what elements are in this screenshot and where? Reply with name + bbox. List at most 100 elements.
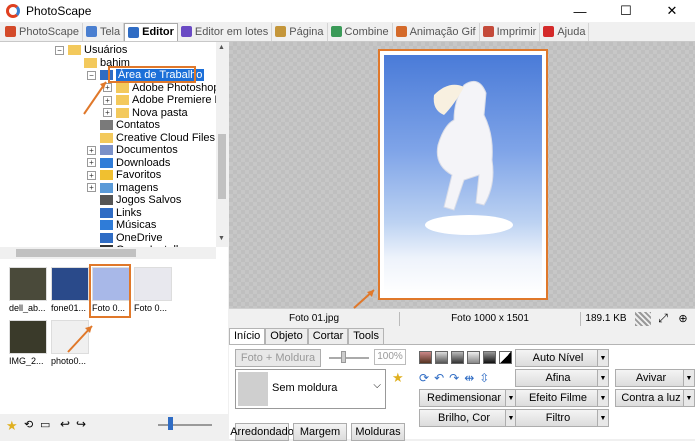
tree-item[interactable]: − Usuários <box>55 44 127 56</box>
tone-5-icon[interactable] <box>483 351 496 364</box>
tab-anima-o-gif[interactable]: Animação Gif <box>393 22 480 41</box>
thumbnail[interactable]: photo0... <box>51 320 91 368</box>
filtro-button[interactable]: Filtro <box>515 409 601 427</box>
fit-window-icon[interactable]: ⤢ <box>655 311 671 326</box>
favorite-star-icon[interactable]: ★ <box>392 370 404 386</box>
thumbnail[interactable]: Foto 0... <box>92 267 132 315</box>
thumbnail[interactable]: IMG_2... <box>9 320 49 368</box>
tree-item[interactable]: − Área de Trabalho <box>87 69 205 81</box>
thumbnail[interactable]: Foto 0... <box>134 267 174 315</box>
rotate-photo-icon[interactable]: ⟳ <box>419 371 429 385</box>
star-icon[interactable]: ★ <box>6 418 18 434</box>
tree-item[interactable]: Contatos <box>87 119 160 131</box>
tab-objeto[interactable]: Objeto <box>265 328 308 344</box>
rotate-icon[interactable]: ⟲ <box>24 418 33 431</box>
tab-combine[interactable]: Combine <box>328 22 393 41</box>
margem-button[interactable]: Margem <box>293 423 347 441</box>
redo-rotate-icon[interactable]: ↷ <box>449 371 459 385</box>
zoom-icon[interactable]: ⊕ <box>675 312 691 325</box>
tab-cortar[interactable]: Cortar <box>307 328 349 344</box>
opacity-field[interactable]: 100% <box>374 349 406 365</box>
afina-dropdown[interactable]: ▼ <box>597 369 609 387</box>
tree-item[interactable]: + Nova pasta <box>103 107 188 119</box>
tab-tools[interactable]: Tools <box>348 328 384 344</box>
opacity-slider[interactable] <box>329 357 369 359</box>
foto-moldura-button[interactable]: Foto + Moldura <box>235 349 321 367</box>
tab-imprimir[interactable]: Imprimir <box>480 22 541 41</box>
tree-item[interactable]: Links <box>87 207 142 219</box>
brilho-cor-button[interactable]: Brilho, Cor <box>419 409 509 427</box>
tone-4-icon[interactable] <box>467 351 480 364</box>
filtro-dropdown[interactable]: ▼ <box>597 409 609 427</box>
undo-rotate-icon[interactable]: ↶ <box>434 371 444 385</box>
thumbnail[interactable]: fone01... <box>51 267 91 315</box>
tree-item[interactable]: bahim <box>71 57 130 69</box>
folder-open-icon[interactable]: ▭ <box>40 418 50 431</box>
tree-item[interactable]: + Adobe Photoshop <box>103 82 216 94</box>
scroll-down-icon[interactable]: ▼ <box>218 235 225 242</box>
expand-icon[interactable]: + <box>87 145 96 155</box>
tab-ajuda[interactable]: Ajuda <box>540 22 590 41</box>
tone-6-icon[interactable] <box>499 351 512 364</box>
tab-photoscape[interactable]: PhotoScape <box>2 22 83 41</box>
tone-1-icon[interactable] <box>419 351 432 364</box>
tab-editor-em-lotes[interactable]: Editor em lotes <box>178 22 273 41</box>
back-arrow-icon[interactable]: ↩ <box>60 417 70 431</box>
tree-item[interactable]: + Favoritos <box>87 169 161 181</box>
photo-preview[interactable] <box>378 49 548 300</box>
collapse-icon[interactable]: − <box>55 45 64 55</box>
molduras-button[interactable]: Molduras <box>351 423 405 441</box>
avivar-button[interactable]: Avivar <box>615 369 687 387</box>
tree-item[interactable]: + Adobe Premiere P <box>103 94 216 106</box>
expand-icon[interactable]: + <box>103 95 112 105</box>
tree-item[interactable]: OneDrive <box>87 232 162 244</box>
expand-icon[interactable]: + <box>103 108 112 117</box>
tab-inicio[interactable]: Início <box>229 328 266 344</box>
expand-icon[interactable]: + <box>103 83 112 92</box>
checkerboard-icon[interactable] <box>635 311 651 326</box>
auto-nivel-dropdown[interactable]: ▼ <box>597 349 609 367</box>
efeito-filme-dropdown[interactable]: ▼ <box>597 389 609 407</box>
avivar-dropdown[interactable]: ▼ <box>683 369 695 387</box>
maximize-button[interactable]: ☐ <box>603 0 649 22</box>
flip-vertical-icon[interactable]: ⇳ <box>479 371 489 385</box>
expand-icon[interactable]: + <box>87 158 96 167</box>
redimensionar-button[interactable]: Redimensionar <box>419 389 509 407</box>
contra-luz-button[interactable]: Contra a luz <box>615 389 687 407</box>
tree-item[interactable]: Jogos Salvos <box>87 194 181 206</box>
tree-item[interactable]: + Downloads <box>87 157 170 169</box>
auto-nivel-button[interactable]: Auto Nível <box>515 349 601 367</box>
tone-2-icon[interactable] <box>435 351 448 364</box>
tab-editor[interactable]: Editor <box>124 22 178 41</box>
tab-p-gina[interactable]: Página <box>272 22 328 41</box>
tree-item[interactable]: + Imagens <box>87 182 158 194</box>
tab-label: Animação Gif <box>409 25 476 38</box>
image-canvas[interactable] <box>229 42 695 308</box>
tree-vertical-scrollbar[interactable]: ▲ ▼ <box>216 42 228 247</box>
contra-luz-dropdown[interactable]: ▼ <box>683 389 695 407</box>
arredondado-button[interactable]: Arredondado <box>230 423 294 441</box>
opacity-slider-handle[interactable] <box>341 351 346 363</box>
tree-horizontal-scrollbar[interactable] <box>0 247 216 259</box>
thumbnail[interactable]: dell_ab... <box>9 267 49 315</box>
scroll-up-icon[interactable]: ▲ <box>218 44 225 51</box>
scrollbar-thumb[interactable] <box>16 249 136 257</box>
flip-horizontal-icon[interactable]: ⇹ <box>464 371 474 385</box>
expand-icon[interactable]: + <box>87 183 96 192</box>
frame-select[interactable]: Sem moldura ⌵ <box>235 369 386 409</box>
forward-arrow-icon[interactable]: ↪ <box>76 417 86 431</box>
tone-3-icon[interactable] <box>451 351 464 364</box>
tree-item[interactable]: Creative Cloud Files <box>87 132 215 144</box>
afina-button[interactable]: Afina <box>515 369 601 387</box>
tab-tela[interactable]: Tela <box>83 22 125 41</box>
expand-icon[interactable]: + <box>87 170 96 180</box>
scrollbar-thumb[interactable] <box>218 134 226 199</box>
tree-item[interactable]: Músicas <box>87 219 156 231</box>
efeito-filme-button[interactable]: Efeito Filme <box>515 389 601 407</box>
thumbnail-size-slider[interactable] <box>158 424 212 426</box>
minimize-button[interactable]: — <box>557 0 603 22</box>
close-button[interactable]: ✕ <box>649 0 695 22</box>
tree-item[interactable]: + Documentos <box>87 144 178 156</box>
slider-handle[interactable] <box>168 417 173 430</box>
collapse-icon[interactable]: − <box>87 70 96 80</box>
